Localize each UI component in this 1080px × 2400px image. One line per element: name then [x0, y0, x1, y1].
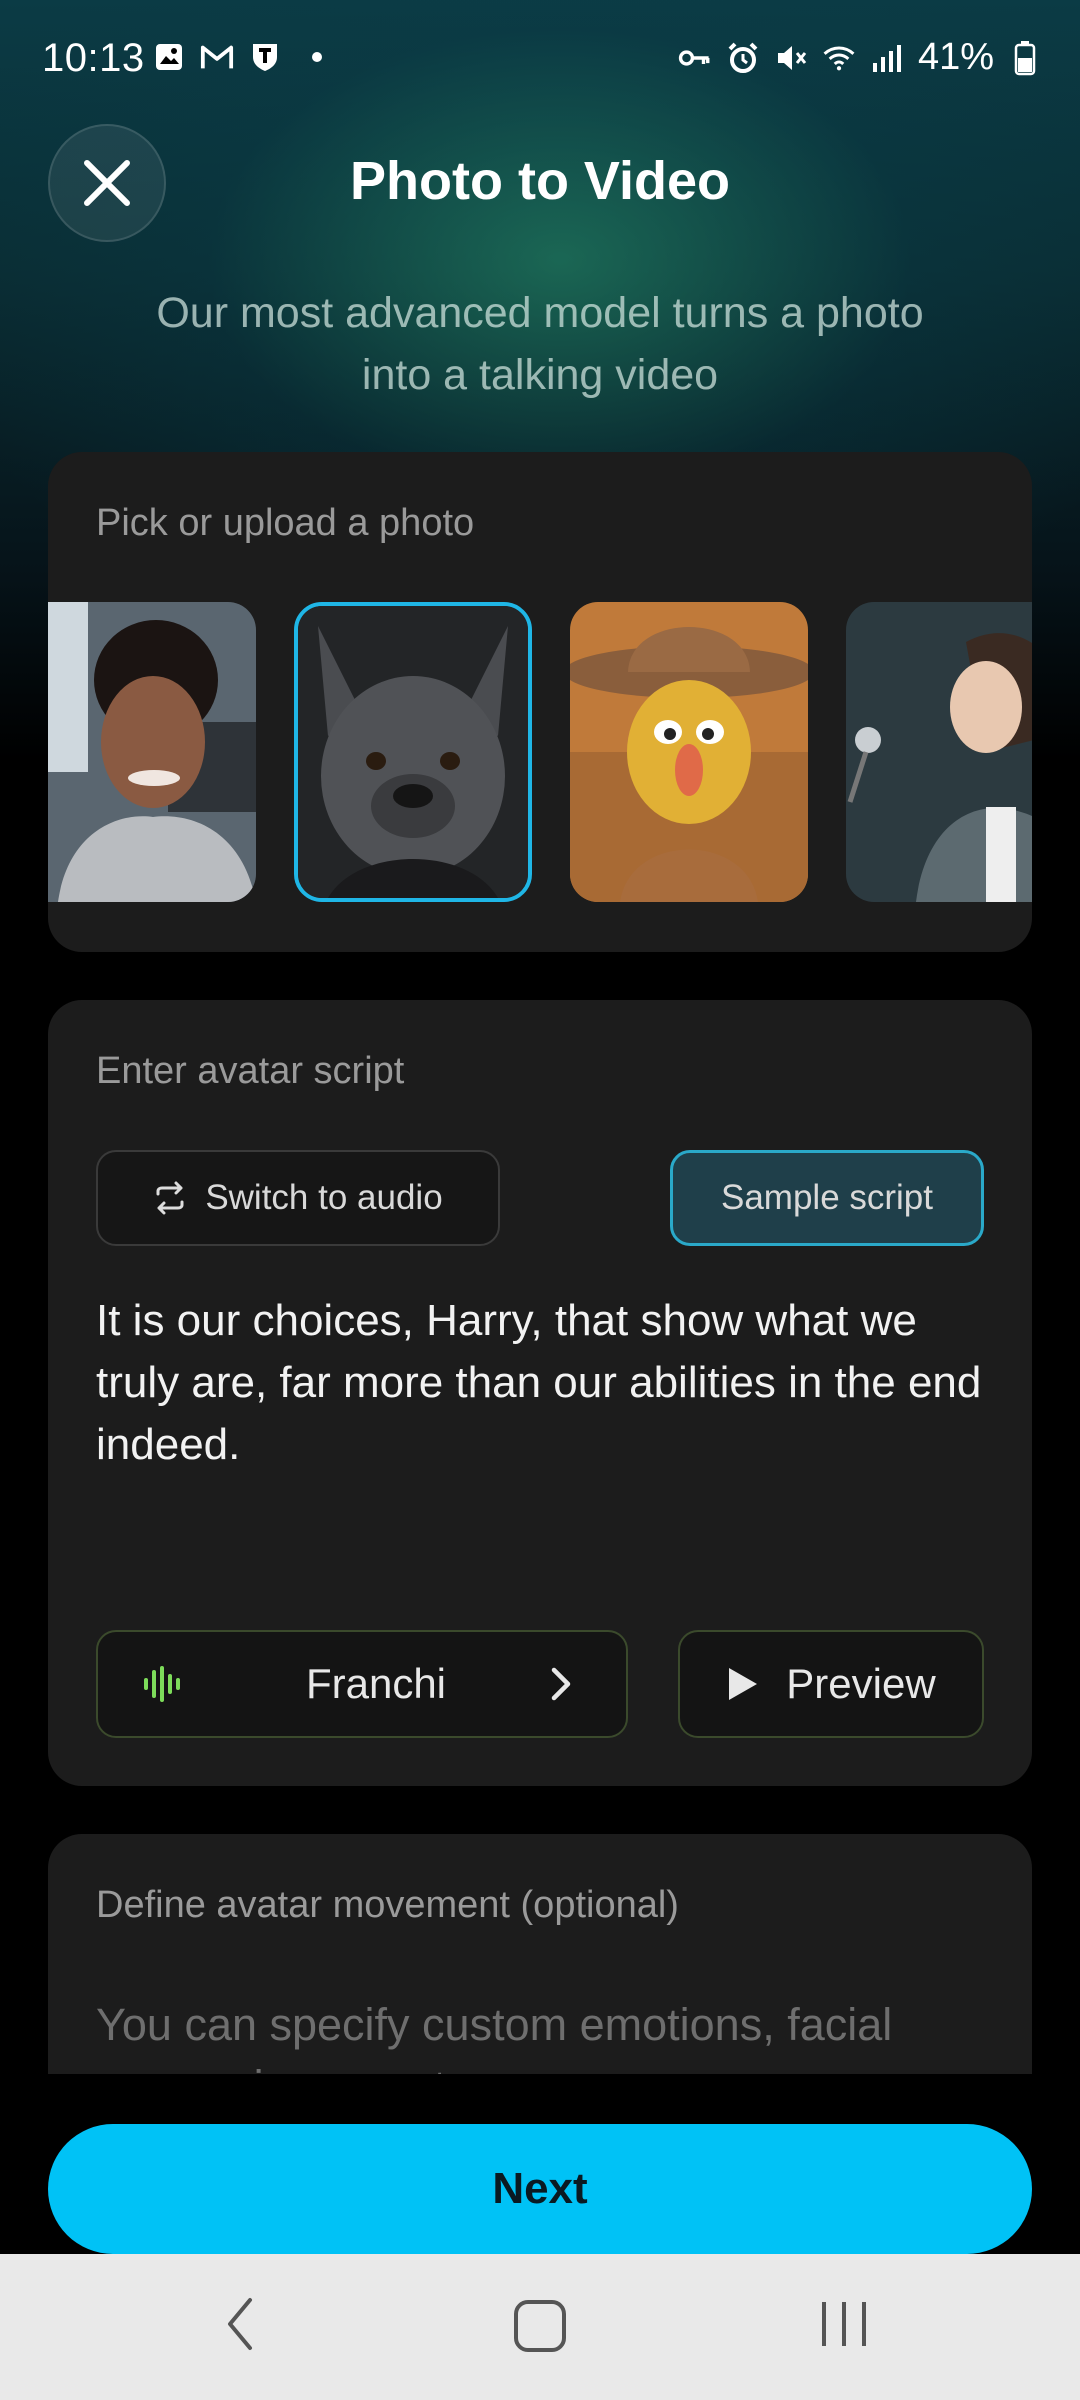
voice-selector-button[interactable]: Franchi — [96, 1630, 628, 1738]
chevron-right-icon — [551, 1667, 571, 1701]
script-label: Enter avatar script — [96, 1050, 405, 1092]
system-navigation-bar — [0, 2254, 1080, 2400]
sample-script-label: Sample script — [720, 1178, 934, 1217]
photo-carousel[interactable] — [48, 602, 1032, 912]
gallery-icon — [152, 40, 186, 74]
photo-cowboy-character[interactable] — [570, 602, 808, 902]
battery-percent: 41% — [917, 36, 994, 78]
photo-picker-label: Pick or upload a photo — [96, 502, 475, 544]
back-nav-icon[interactable] — [220, 2294, 260, 2354]
signal-icon — [870, 41, 904, 75]
avatar-movement-label: Define avatar movement (optional) — [96, 1884, 679, 1926]
voice-waveform-icon — [144, 1666, 180, 1702]
home-nav-icon[interactable] — [512, 2298, 568, 2354]
mute-icon — [774, 41, 808, 75]
preview-button[interactable]: Preview — [678, 1630, 984, 1738]
photo-woman-singing[interactable] — [846, 602, 1032, 902]
next-button[interactable]: Next — [48, 2124, 1032, 2254]
recents-nav-icon[interactable] — [816, 2296, 872, 2352]
notification-dot — [312, 52, 322, 62]
play-icon — [729, 1668, 758, 1700]
preview-label: Preview — [786, 1660, 936, 1707]
wifi-icon — [822, 41, 856, 75]
page-title: Photo to Video — [350, 151, 730, 211]
status-bar: 10:13 41% — [0, 0, 1080, 120]
switch-to-audio-label: Switch to audio — [205, 1178, 443, 1217]
avatar-movement-card: Define avatar movement (optional) You ca… — [48, 1834, 1032, 2074]
script-card: Enter avatar script Switch to audio Samp… — [48, 1000, 1032, 1786]
shield-t-icon — [248, 40, 282, 74]
photo-picker-card: Pick or upload a photo — [48, 452, 1032, 952]
voice-name: Franchi — [305, 1660, 447, 1707]
gmail-icon — [200, 40, 234, 74]
avatar-movement-input[interactable]: You can specify custom emotions, facial … — [96, 1994, 1016, 2074]
photo-french-bulldog[interactable] — [294, 602, 532, 902]
status-time: 10:13 — [42, 36, 145, 80]
switch-icon — [156, 1181, 184, 1215]
switch-to-audio-button[interactable]: Switch to audio — [96, 1150, 500, 1246]
script-textarea[interactable]: It is our choices, Harry, that show what… — [96, 1290, 996, 1476]
alarm-icon — [726, 41, 760, 75]
sample-script-button[interactable]: Sample script — [670, 1150, 984, 1246]
photo-woman-selfie[interactable] — [48, 602, 256, 902]
key-icon — [678, 41, 712, 75]
battery-icon — [1008, 40, 1042, 75]
page-subtitle: Our most advanced model turns a photo in… — [156, 289, 924, 399]
